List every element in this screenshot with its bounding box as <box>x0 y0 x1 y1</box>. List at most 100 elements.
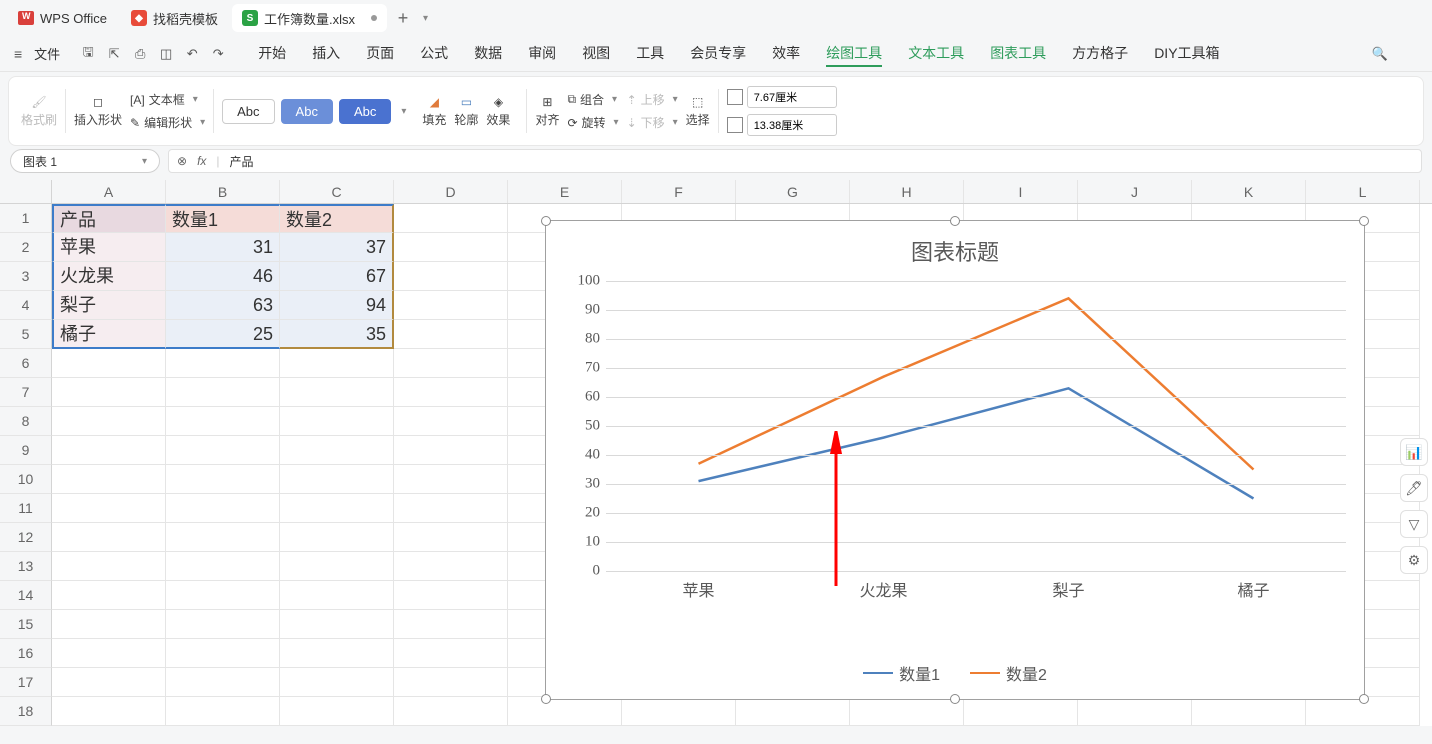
cell[interactable] <box>1078 697 1192 726</box>
cell[interactable] <box>280 581 394 610</box>
cell[interactable] <box>166 349 280 378</box>
chevron-down-icon[interactable]: ▾ <box>401 106 406 117</box>
cell[interactable] <box>280 494 394 523</box>
col-header[interactable]: C <box>280 180 394 203</box>
cell[interactable] <box>394 436 508 465</box>
cell[interactable]: 63 <box>166 291 280 320</box>
tab-view[interactable]: 视图 <box>582 41 610 67</box>
preview-icon[interactable]: ◫ <box>158 46 174 62</box>
cell[interactable] <box>394 523 508 552</box>
cell[interactable] <box>622 697 736 726</box>
cell[interactable] <box>736 697 850 726</box>
row-header[interactable]: 10 <box>0 465 52 494</box>
cell[interactable] <box>166 407 280 436</box>
export-icon[interactable]: ⇱ <box>106 46 122 62</box>
chart-plot-area[interactable]: 0102030405060708090100苹果火龙果梨子橘子 <box>606 281 1346 571</box>
cell[interactable]: 67 <box>280 262 394 291</box>
cell[interactable] <box>52 610 166 639</box>
cell[interactable] <box>52 465 166 494</box>
row-header[interactable]: 2 <box>0 233 52 262</box>
tab-drawing-tools[interactable]: 绘图工具 <box>826 41 882 67</box>
tab-data[interactable]: 数据 <box>474 41 502 67</box>
cell[interactable] <box>280 697 394 726</box>
cell[interactable]: 25 <box>166 320 280 349</box>
cell[interactable] <box>280 610 394 639</box>
cell[interactable]: 31 <box>166 233 280 262</box>
align-button[interactable]: ⊞ 对齐 <box>535 95 559 128</box>
chart-filter-button[interactable]: ▽ <box>1400 510 1428 538</box>
cell[interactable] <box>166 581 280 610</box>
cell[interactable] <box>280 349 394 378</box>
col-header[interactable]: G <box>736 180 850 203</box>
resize-handle-icon[interactable] <box>1359 694 1369 704</box>
height-input[interactable] <box>747 86 837 108</box>
col-header[interactable]: D <box>394 180 508 203</box>
tab-fanggezi[interactable]: 方方格子 <box>1072 41 1128 67</box>
cell[interactable] <box>394 697 508 726</box>
row-header[interactable]: 8 <box>0 407 52 436</box>
tab-diy[interactable]: DIY工具箱 <box>1154 41 1219 67</box>
cancel-icon[interactable]: ⊗ <box>177 154 187 168</box>
rotate-button[interactable]: ⟳ 旋转 ▾ <box>567 114 618 131</box>
resize-handle-icon[interactable] <box>1359 216 1369 226</box>
cell[interactable] <box>52 639 166 668</box>
select-all-corner[interactable] <box>0 180 52 203</box>
group-button[interactable]: ⧉ 组合 ▾ <box>567 91 618 108</box>
cell[interactable]: 数量1 <box>166 204 280 233</box>
cell[interactable] <box>166 523 280 552</box>
row-header[interactable]: 18 <box>0 697 52 726</box>
cell[interactable] <box>394 552 508 581</box>
tab-insert[interactable]: 插入 <box>312 41 340 67</box>
chart-series-line[interactable] <box>699 388 1254 498</box>
fx-icon[interactable]: fx <box>197 154 206 168</box>
cell[interactable] <box>394 639 508 668</box>
cell[interactable] <box>394 204 508 233</box>
cell[interactable] <box>166 552 280 581</box>
col-header[interactable]: I <box>964 180 1078 203</box>
cell[interactable] <box>166 639 280 668</box>
resize-handle-icon[interactable] <box>950 216 960 226</box>
text-box-button[interactable]: [A] 文本框 ▾ <box>130 91 205 108</box>
cell[interactable] <box>52 523 166 552</box>
cell[interactable] <box>280 523 394 552</box>
cell[interactable] <box>394 291 508 320</box>
cell[interactable] <box>166 697 280 726</box>
style-preset-3[interactable]: Abc <box>339 99 391 124</box>
app-tab-wps[interactable]: WPS Office <box>8 4 117 32</box>
style-preset-2[interactable]: Abc <box>281 99 333 124</box>
chart-legend[interactable]: 数量1 数量2 <box>546 661 1364 685</box>
cell[interactable] <box>508 697 622 726</box>
tab-tools[interactable]: 工具 <box>636 41 664 67</box>
cell[interactable] <box>166 494 280 523</box>
doc-tab-workbook[interactable]: S 工作簿数量.xlsx <box>232 4 387 32</box>
cell[interactable]: 产品 <box>52 204 166 233</box>
chart-settings-button[interactable]: ⚙ <box>1400 546 1428 574</box>
chart-elements-button[interactable]: 📊 <box>1400 438 1428 466</box>
cell[interactable] <box>280 378 394 407</box>
edit-shape-button[interactable]: ✎ 编辑形状 ▾ <box>130 114 205 131</box>
cell[interactable] <box>166 436 280 465</box>
cell[interactable] <box>394 233 508 262</box>
cell[interactable] <box>166 378 280 407</box>
search-icon[interactable]: 🔍 <box>1372 46 1418 62</box>
cell[interactable] <box>52 378 166 407</box>
cell[interactable] <box>280 465 394 494</box>
col-header[interactable]: E <box>508 180 622 203</box>
cell[interactable] <box>166 465 280 494</box>
cell[interactable]: 橘子 <box>52 320 166 349</box>
cell[interactable] <box>394 349 508 378</box>
cell[interactable]: 苹果 <box>52 233 166 262</box>
insert-shape-button[interactable]: ◻ 插入形状 <box>74 95 122 128</box>
resize-handle-icon[interactable] <box>950 694 960 704</box>
cell[interactable] <box>394 668 508 697</box>
resize-handle-icon[interactable] <box>541 694 551 704</box>
tab-review[interactable]: 审阅 <box>528 41 556 67</box>
col-header[interactable]: L <box>1306 180 1420 203</box>
row-header[interactable]: 16 <box>0 639 52 668</box>
cell[interactable] <box>1192 697 1306 726</box>
cell[interactable] <box>394 407 508 436</box>
tab-efficiency[interactable]: 效率 <box>772 41 800 67</box>
cell[interactable] <box>52 436 166 465</box>
tab-text-tools[interactable]: 文本工具 <box>908 41 964 67</box>
cell[interactable] <box>394 262 508 291</box>
